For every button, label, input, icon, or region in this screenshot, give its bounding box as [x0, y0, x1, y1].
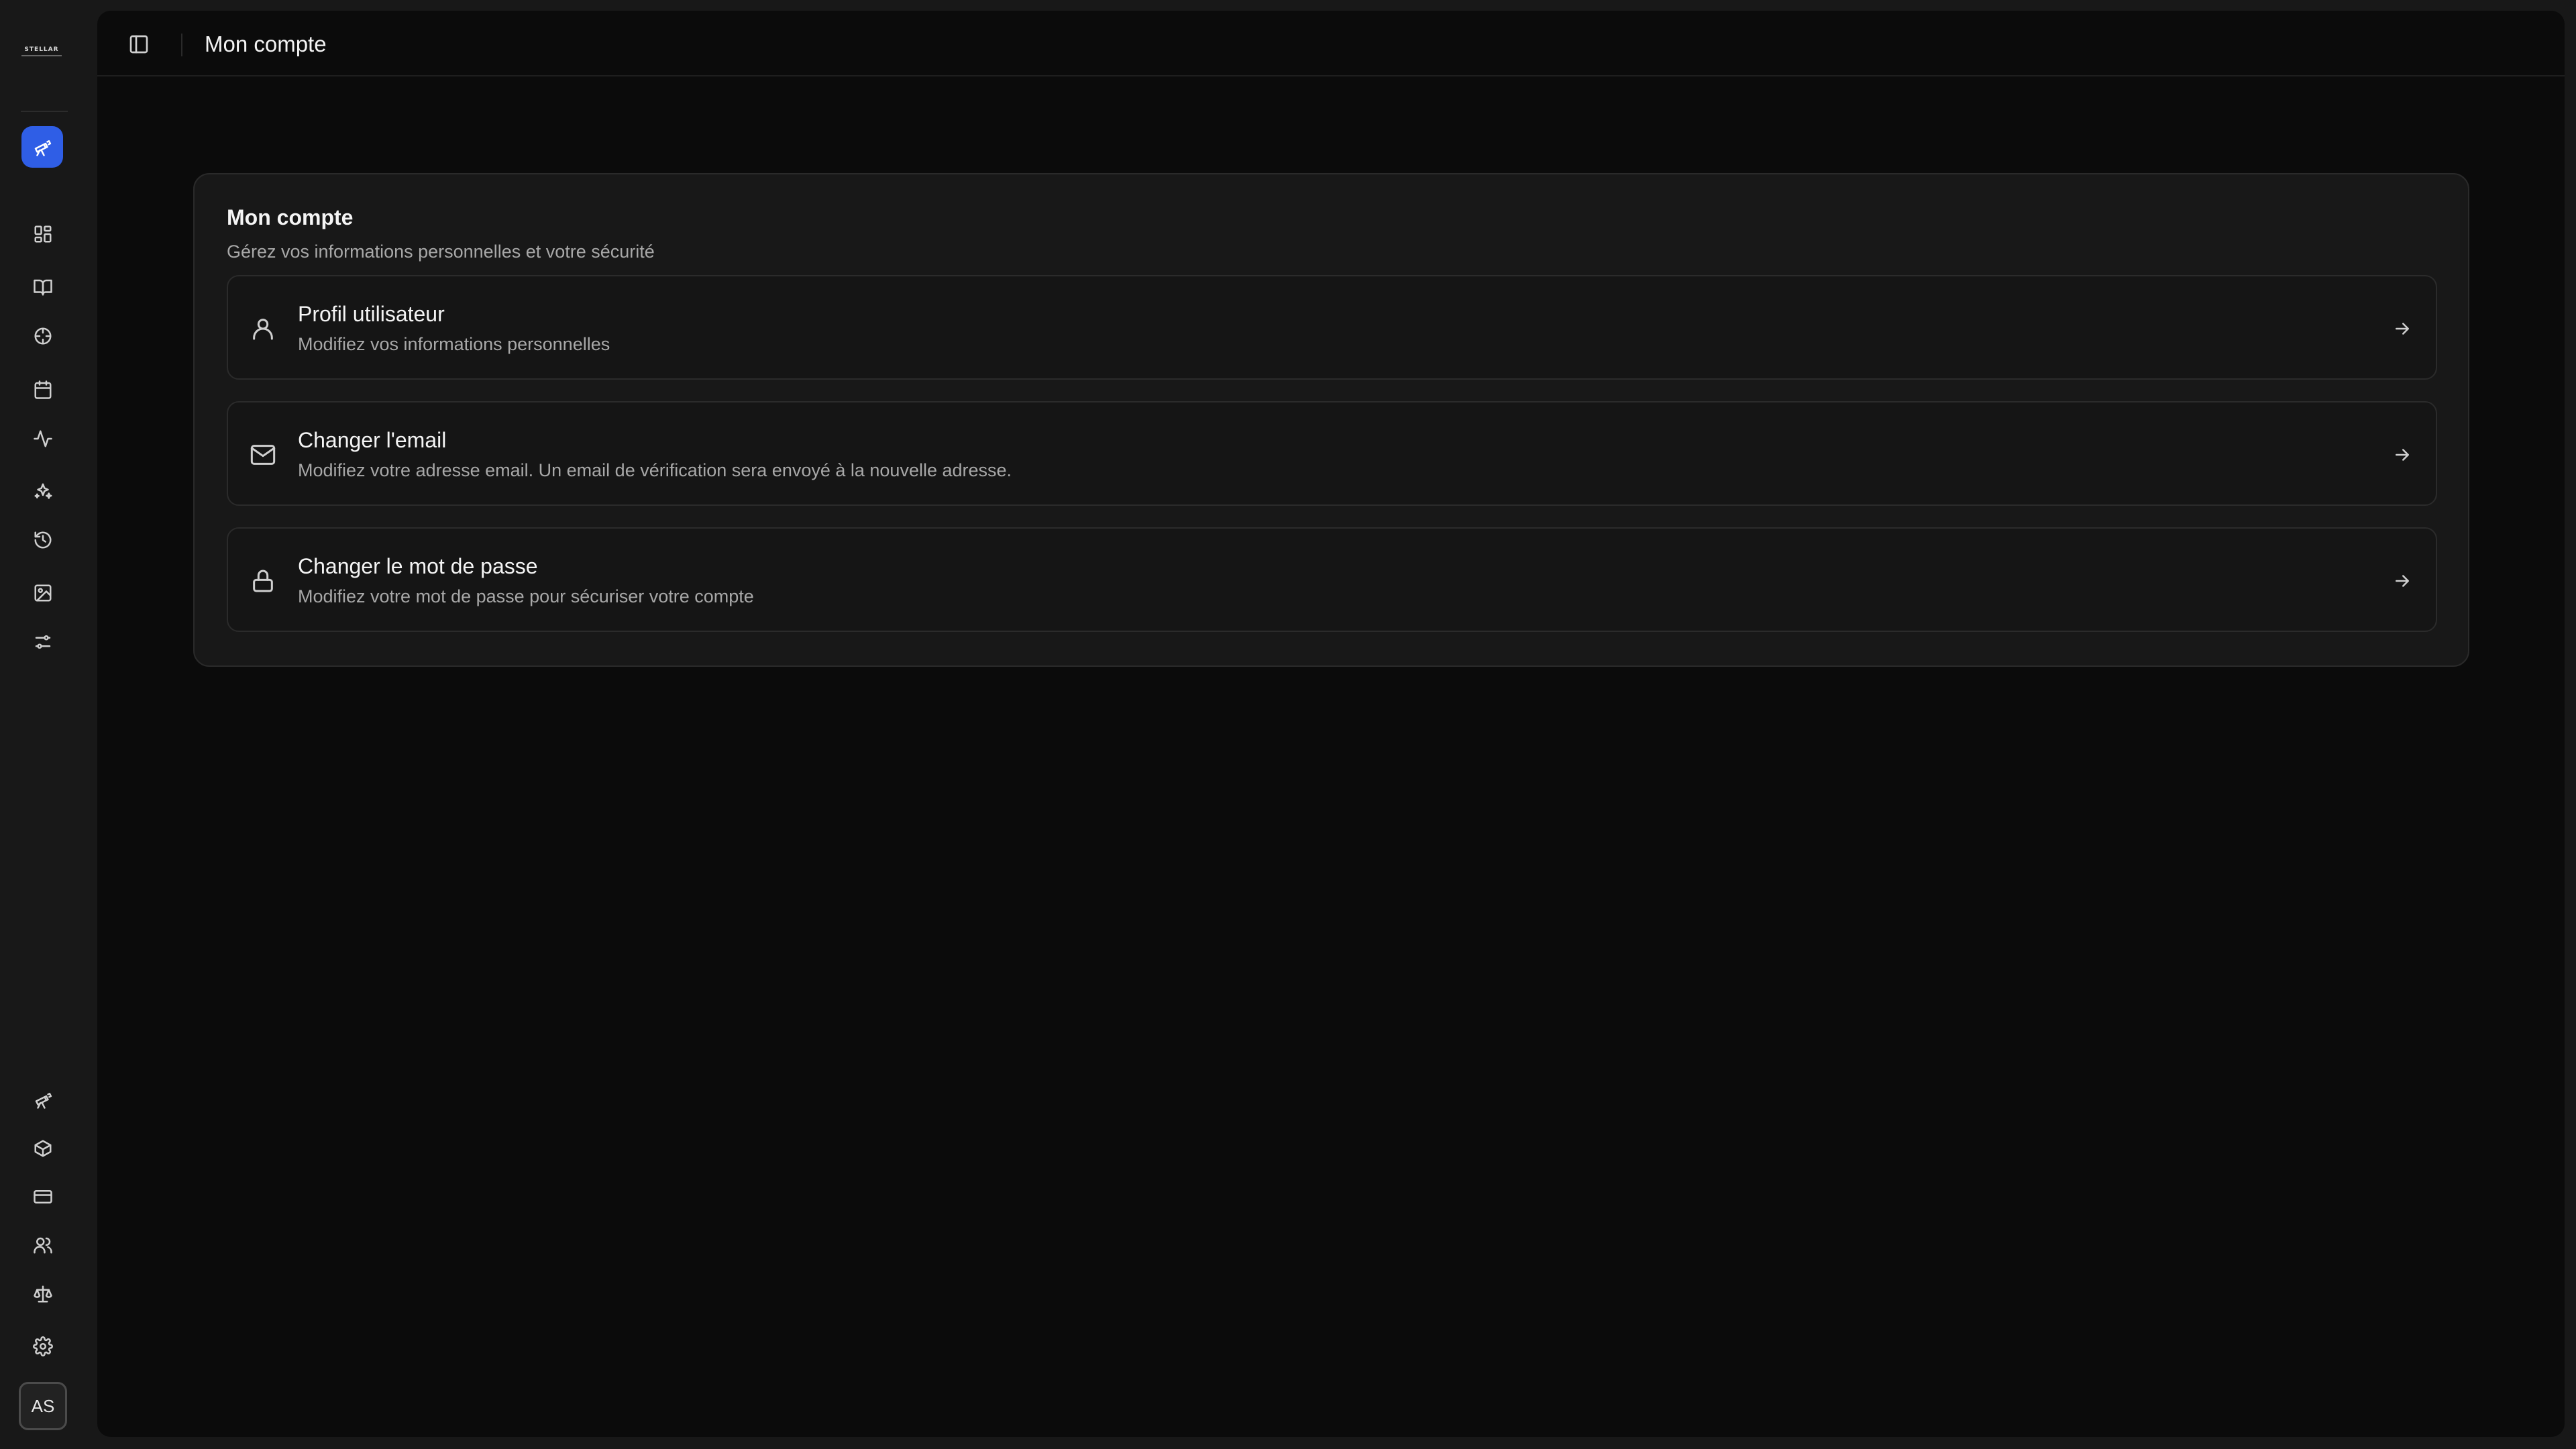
image-icon	[34, 584, 52, 602]
sidebar-item-filters[interactable]	[27, 626, 59, 658]
users-icon	[34, 1237, 52, 1254]
panel-left-icon	[129, 35, 148, 54]
option-title: Changer l'email	[298, 428, 447, 452]
sidebar-item-activity[interactable]	[27, 423, 59, 455]
activity-icon	[34, 430, 52, 447]
sidebar-item-products[interactable]	[27, 1132, 59, 1165]
sidebar-item-ai[interactable]	[27, 476, 59, 508]
credit-card-icon	[34, 1190, 52, 1203]
profile-option[interactable]: Profil utilisateur Modifiez vos informat…	[227, 275, 2437, 380]
sidebar-item-calendar[interactable]	[27, 374, 59, 406]
clock-history-icon	[34, 531, 52, 549]
scale-icon	[34, 1285, 52, 1303]
main-panel: Mon compte Mon compte Gérez vos informat…	[97, 11, 2565, 1437]
top-bar: Mon compte	[97, 11, 2565, 76]
arrow-right-icon	[2389, 441, 2416, 468]
app-root: STELLAR AS Mon compte Mon compte Gérez v…	[0, 0, 2576, 1449]
telescope-icon	[35, 1093, 52, 1109]
sidebar-item-equipment[interactable]	[27, 1083, 59, 1116]
change-email-option[interactable]: Changer l'email Modifiez votre adresse e…	[227, 401, 2437, 506]
user-icon	[248, 314, 278, 343]
sidebar-item-history[interactable]	[27, 524, 59, 556]
package-icon	[34, 1140, 52, 1157]
account-card: Mon compte Gérez vos informations person…	[193, 173, 2469, 667]
account-card-subtitle: Gérez vos informations personnelles et v…	[227, 241, 655, 262]
sidebar-divider	[21, 111, 68, 112]
lock-icon	[248, 566, 278, 596]
sidebar: STELLAR AS	[0, 0, 96, 1449]
sidebar-item-settings[interactable]	[27, 1330, 59, 1362]
app-logo[interactable]: STELLAR	[21, 43, 62, 59]
telescope-icon	[34, 140, 52, 156]
account-card-title: Mon compte	[227, 205, 354, 229]
settings-gear-icon	[33, 1336, 53, 1356]
user-avatar[interactable]: AS	[19, 1382, 67, 1430]
option-description: Modifiez votre adresse email. Un email d…	[298, 460, 1012, 480]
change-password-option[interactable]: Changer le mot de passe Modifiez votre m…	[227, 527, 2437, 632]
sidebar-toggle-button[interactable]	[125, 31, 152, 58]
topbar-divider	[181, 34, 182, 56]
crosshair-icon	[34, 327, 52, 345]
sidebar-item-gallery[interactable]	[27, 577, 59, 609]
calendar-icon	[34, 380, 52, 399]
sidebar-item-library[interactable]	[27, 271, 59, 303]
mail-icon	[248, 440, 278, 470]
option-description: Modifiez votre mot de passe pour sécuris…	[298, 586, 754, 606]
arrow-right-icon	[2389, 568, 2416, 594]
option-title: Profil utilisateur	[298, 302, 445, 326]
dashboard-grid-icon	[34, 225, 52, 243]
book-icon	[34, 279, 52, 296]
option-title: Changer le mot de passe	[298, 554, 538, 578]
arrow-right-icon	[2389, 315, 2416, 342]
sidebar-item-billing[interactable]	[27, 1181, 59, 1213]
sidebar-item-team[interactable]	[27, 1229, 59, 1261]
sidebar-item-observatory[interactable]	[21, 126, 63, 168]
page-title: Mon compte	[205, 32, 327, 56]
sparkles-icon	[34, 483, 52, 499]
logo-text: STELLAR	[24, 46, 59, 53]
option-description: Modifiez vos informations personnelles	[298, 334, 610, 354]
sliders-icon	[35, 635, 51, 649]
sidebar-item-legal[interactable]	[27, 1278, 59, 1310]
sidebar-item-dashboard[interactable]	[27, 218, 59, 250]
logo-underline	[21, 54, 62, 56]
sidebar-item-targets[interactable]	[27, 320, 59, 352]
